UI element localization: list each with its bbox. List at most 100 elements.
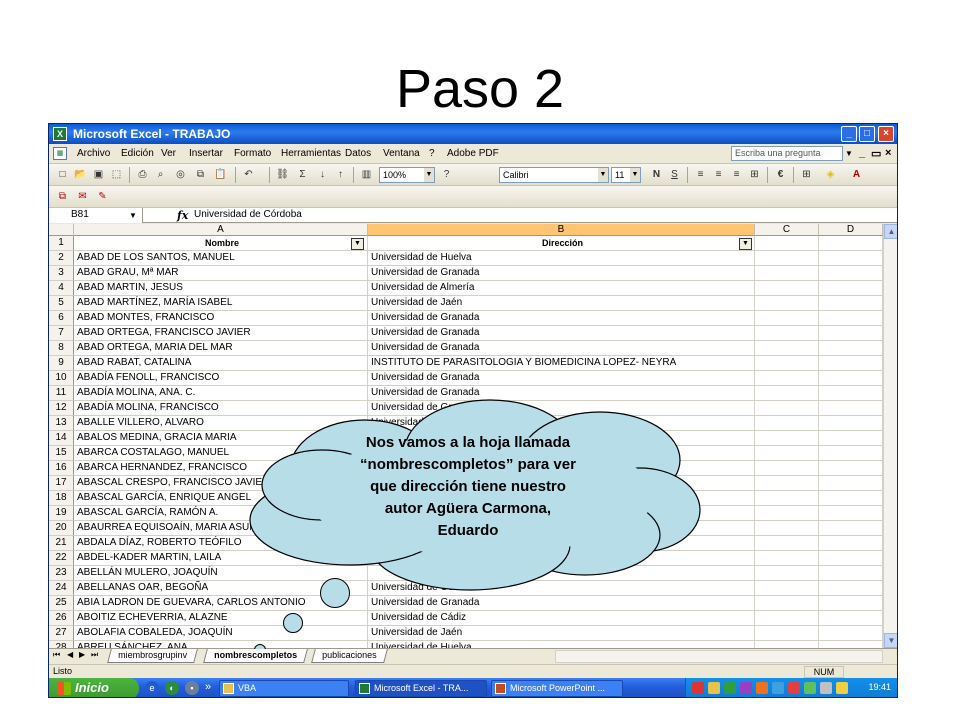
cell-c[interactable] <box>755 281 819 296</box>
cell-c[interactable] <box>755 536 819 551</box>
cell-a[interactable]: ABAD ORTEGA, MARIA DEL MAR <box>74 341 368 356</box>
cell-c[interactable] <box>755 326 819 341</box>
pdf-mail-icon[interactable]: ✉ <box>75 190 90 204</box>
cell-d[interactable] <box>819 626 883 641</box>
cell-a[interactable]: ABAD DE LOS SANTOS, MANUEL <box>74 251 368 266</box>
row-header[interactable]: 13 <box>49 416 74 431</box>
cell-c[interactable] <box>755 386 819 401</box>
row-header[interactable]: 11 <box>49 386 74 401</box>
cell-c[interactable] <box>755 461 819 476</box>
row-header[interactable]: 4 <box>49 281 74 296</box>
chevron-down-icon[interactable]: ▼ <box>598 168 608 182</box>
sort-asc-icon[interactable]: ↓ <box>315 168 330 182</box>
cell-a[interactable]: Nombre <box>74 236 368 251</box>
cell-c[interactable] <box>755 506 819 521</box>
cell-c[interactable] <box>755 251 819 266</box>
doc-close-button[interactable]: × <box>885 147 891 159</box>
row-header[interactable]: 9 <box>49 356 74 371</box>
cell-d[interactable] <box>819 506 883 521</box>
row-header[interactable]: 20 <box>49 521 74 536</box>
row-header[interactable]: 21 <box>49 536 74 551</box>
chevron-down-icon[interactable]: ▼ <box>844 146 854 161</box>
cell-d[interactable] <box>819 281 883 296</box>
fx-icon[interactable]: fx <box>177 209 188 222</box>
doc-minimize-button[interactable]: _ <box>859 147 865 159</box>
fill-color-icon[interactable]: ◈ <box>823 168 838 182</box>
next-sheet-icon[interactable]: ▶ <box>79 650 85 659</box>
row-header[interactable]: 17 <box>49 476 74 491</box>
menu-archivo[interactable]: Archivo <box>77 148 110 159</box>
menu-insertar[interactable]: Insertar <box>189 148 223 159</box>
minimize-button[interactable]: _ <box>841 126 857 142</box>
menu-edicion[interactable]: Edición <box>121 148 154 159</box>
menu-adobe-pdf[interactable]: Adobe PDF <box>447 148 499 159</box>
preview-icon[interactable]: ⌕ <box>153 168 168 182</box>
cell-c[interactable] <box>755 341 819 356</box>
cell-d[interactable] <box>819 311 883 326</box>
cell-a[interactable]: ABAD MARTÍNEZ, MARÍA ISABEL <box>74 296 368 311</box>
start-button[interactable]: Inicio <box>49 678 139 697</box>
cell-a[interactable]: ABAD MONTES, FRANCISCO <box>74 311 368 326</box>
cell-b[interactable]: Universidad de Jaén <box>368 296 755 311</box>
new-icon[interactable]: □ <box>55 168 70 182</box>
insert-hyperlink-icon[interactable]: ⛓ <box>275 168 290 182</box>
paste-icon[interactable]: 📋 <box>213 168 228 182</box>
cell-c[interactable] <box>755 641 819 648</box>
maximize-button[interactable]: □ <box>859 126 875 142</box>
cell-d[interactable] <box>819 476 883 491</box>
align-center-icon[interactable]: ≡ <box>711 168 726 182</box>
cell-d[interactable] <box>819 641 883 648</box>
row-header[interactable]: 7 <box>49 326 74 341</box>
workbook-icon[interactable]: ▦ <box>53 147 67 160</box>
research-icon[interactable]: ◎ <box>173 168 188 182</box>
cell-d[interactable] <box>819 431 883 446</box>
cell-a[interactable]: ABADÍA FENOLL, FRANCISCO <box>74 371 368 386</box>
desktop-icon[interactable]: ▪ <box>185 681 199 695</box>
menu-help[interactable]: ? <box>429 148 435 159</box>
cell-c[interactable] <box>755 266 819 281</box>
cell-a[interactable]: ABAD GRAU, Mª MAR <box>74 266 368 281</box>
cell-d[interactable] <box>819 521 883 536</box>
cell-d[interactable] <box>819 416 883 431</box>
menu-formato[interactable]: Formato <box>234 148 271 159</box>
cell-a[interactable]: ABAD ORTEGA, FRANCISCO JAVIER <box>74 326 368 341</box>
row-header[interactable]: 6 <box>49 311 74 326</box>
print-icon[interactable]: ⎙ <box>135 168 150 182</box>
bold-button[interactable]: N <box>649 168 664 182</box>
permission-icon[interactable]: ⬚ <box>109 168 124 182</box>
row-header[interactable]: 12 <box>49 401 74 416</box>
tray-icon[interactable] <box>740 682 752 694</box>
cell-d[interactable] <box>819 341 883 356</box>
cell-d[interactable] <box>819 236 883 251</box>
cell-b[interactable]: Universidad de Granada <box>368 266 755 281</box>
browser-icon[interactable]: ◐ <box>165 681 179 695</box>
cell-d[interactable] <box>819 446 883 461</box>
row-header[interactable]: 24 <box>49 581 74 596</box>
filter-dropdown-icon[interactable]: ▼ <box>351 238 364 250</box>
task-vba[interactable]: VBA <box>219 680 349 697</box>
row-header[interactable]: 14 <box>49 431 74 446</box>
tray-icon[interactable] <box>772 682 784 694</box>
font-color-icon[interactable]: A <box>849 168 864 182</box>
cell-d[interactable] <box>819 551 883 566</box>
select-all-corner[interactable] <box>49 224 74 236</box>
tray-icon[interactable] <box>708 682 720 694</box>
cell-d[interactable] <box>819 611 883 626</box>
vertical-scrollbar[interactable]: ▲ ▼ <box>883 224 897 648</box>
formula-input[interactable]: Universidad de Córdoba <box>194 208 302 222</box>
column-header-b[interactable]: B <box>368 224 755 236</box>
font-select[interactable]: Calibri ▼ <box>499 167 609 183</box>
row-header[interactable]: 28 <box>49 641 74 648</box>
borders-icon[interactable]: ⊞ <box>799 168 814 182</box>
help-icon[interactable]: ? <box>439 168 454 182</box>
column-header-d[interactable]: D <box>819 224 883 236</box>
cell-d[interactable] <box>819 386 883 401</box>
cell-d[interactable] <box>819 536 883 551</box>
cell-c[interactable] <box>755 521 819 536</box>
column-header-c[interactable]: C <box>755 224 819 236</box>
task-powerpoint[interactable]: Microsoft PowerPoint ... <box>491 680 623 697</box>
help-search-input[interactable]: Escriba una pregunta <box>731 146 843 161</box>
underline-button[interactable]: S <box>667 168 682 182</box>
cell-c[interactable] <box>755 611 819 626</box>
row-header[interactable]: 5 <box>49 296 74 311</box>
